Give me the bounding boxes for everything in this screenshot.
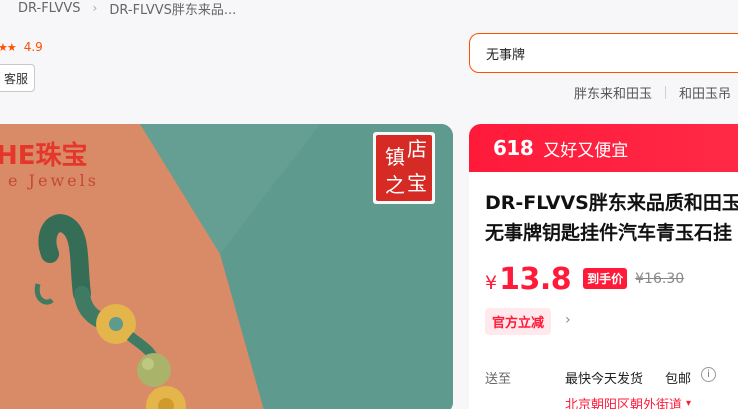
brand-logo-subtext: e Jewels	[8, 171, 99, 190]
svg-text:宝: 宝	[407, 171, 427, 195]
chevron-right-icon[interactable]: ›	[565, 312, 571, 328]
hot-search-words: 胖东来和田玉 和田玉吊	[574, 83, 731, 102]
breadcrumb-item-product[interactable]: DR-FLVVS胖东来品...	[109, 0, 236, 18]
final-price-tag: 到手价	[583, 268, 628, 289]
promo-text: 又好又便宜	[543, 140, 629, 161]
delivery-label: 送至	[485, 372, 512, 387]
svg-text:店: 店	[407, 137, 427, 161]
hot-word-link[interactable]: 胖东来和田玉	[574, 83, 652, 102]
original-price: ¥16.30	[635, 271, 685, 287]
product-photo: HE珠宝 e Jewels 镇 店 之 宝	[0, 124, 453, 409]
price-value: 13.8	[499, 262, 572, 297]
product-main-image[interactable]: HE珠宝 e Jewels 镇 店 之 宝	[0, 124, 453, 409]
delivery-address: 北京朝阳区朝外街道	[565, 398, 683, 409]
customer-service-button[interactable]: 客服	[0, 64, 35, 92]
search-input[interactable]: 无事牌	[469, 33, 738, 73]
shop-rating: ★★ 4.9	[0, 40, 43, 54]
delivery-speed: 最快今天发货	[565, 372, 644, 387]
promo-banner: 618 又好又便宜	[469, 124, 738, 172]
store-seal-stamp: 镇 店 之 宝	[373, 132, 435, 204]
star-rating-icon: ★★	[0, 40, 17, 54]
price-currency: ¥	[485, 272, 498, 294]
breadcrumb-item-shop[interactable]: DR-FLVVS	[18, 1, 81, 16]
shop-rating-value: 4.9	[23, 40, 43, 54]
breadcrumb-separator-icon: ›	[92, 1, 98, 15]
hot-word-divider	[665, 86, 667, 99]
promo-618-badge: 618	[493, 136, 534, 160]
product-title-line: DR-FLVVS胖东来品质和田玉	[485, 192, 738, 214]
brand-logo-text: HE珠宝	[0, 140, 88, 171]
chevron-down-icon: ▾	[686, 398, 692, 409]
info-icon[interactable]: i	[701, 367, 716, 382]
free-shipping-label: 包邮	[665, 372, 692, 387]
product-title-line: 无事牌钥匙挂件汽车青玉石挂	[485, 222, 733, 244]
product-title: DR-FLVVS胖东来品质和田玉 无事牌钥匙挂件汽车青玉石挂	[485, 188, 738, 248]
official-discount-badge[interactable]: 官方立减	[485, 308, 552, 335]
hot-word-link[interactable]: 和田玉吊	[679, 83, 731, 102]
price-row: ¥ 13.8 到手价 ¥16.30	[485, 262, 684, 298]
breadcrumb: DR-FLVVS › DR-FLVVS胖东来品...	[0, 0, 236, 18]
delivery-address-selector[interactable]: 北京朝阳区朝外街道 ▾	[565, 394, 691, 409]
svg-text:镇: 镇	[385, 145, 405, 169]
svg-text:之: 之	[385, 173, 405, 197]
